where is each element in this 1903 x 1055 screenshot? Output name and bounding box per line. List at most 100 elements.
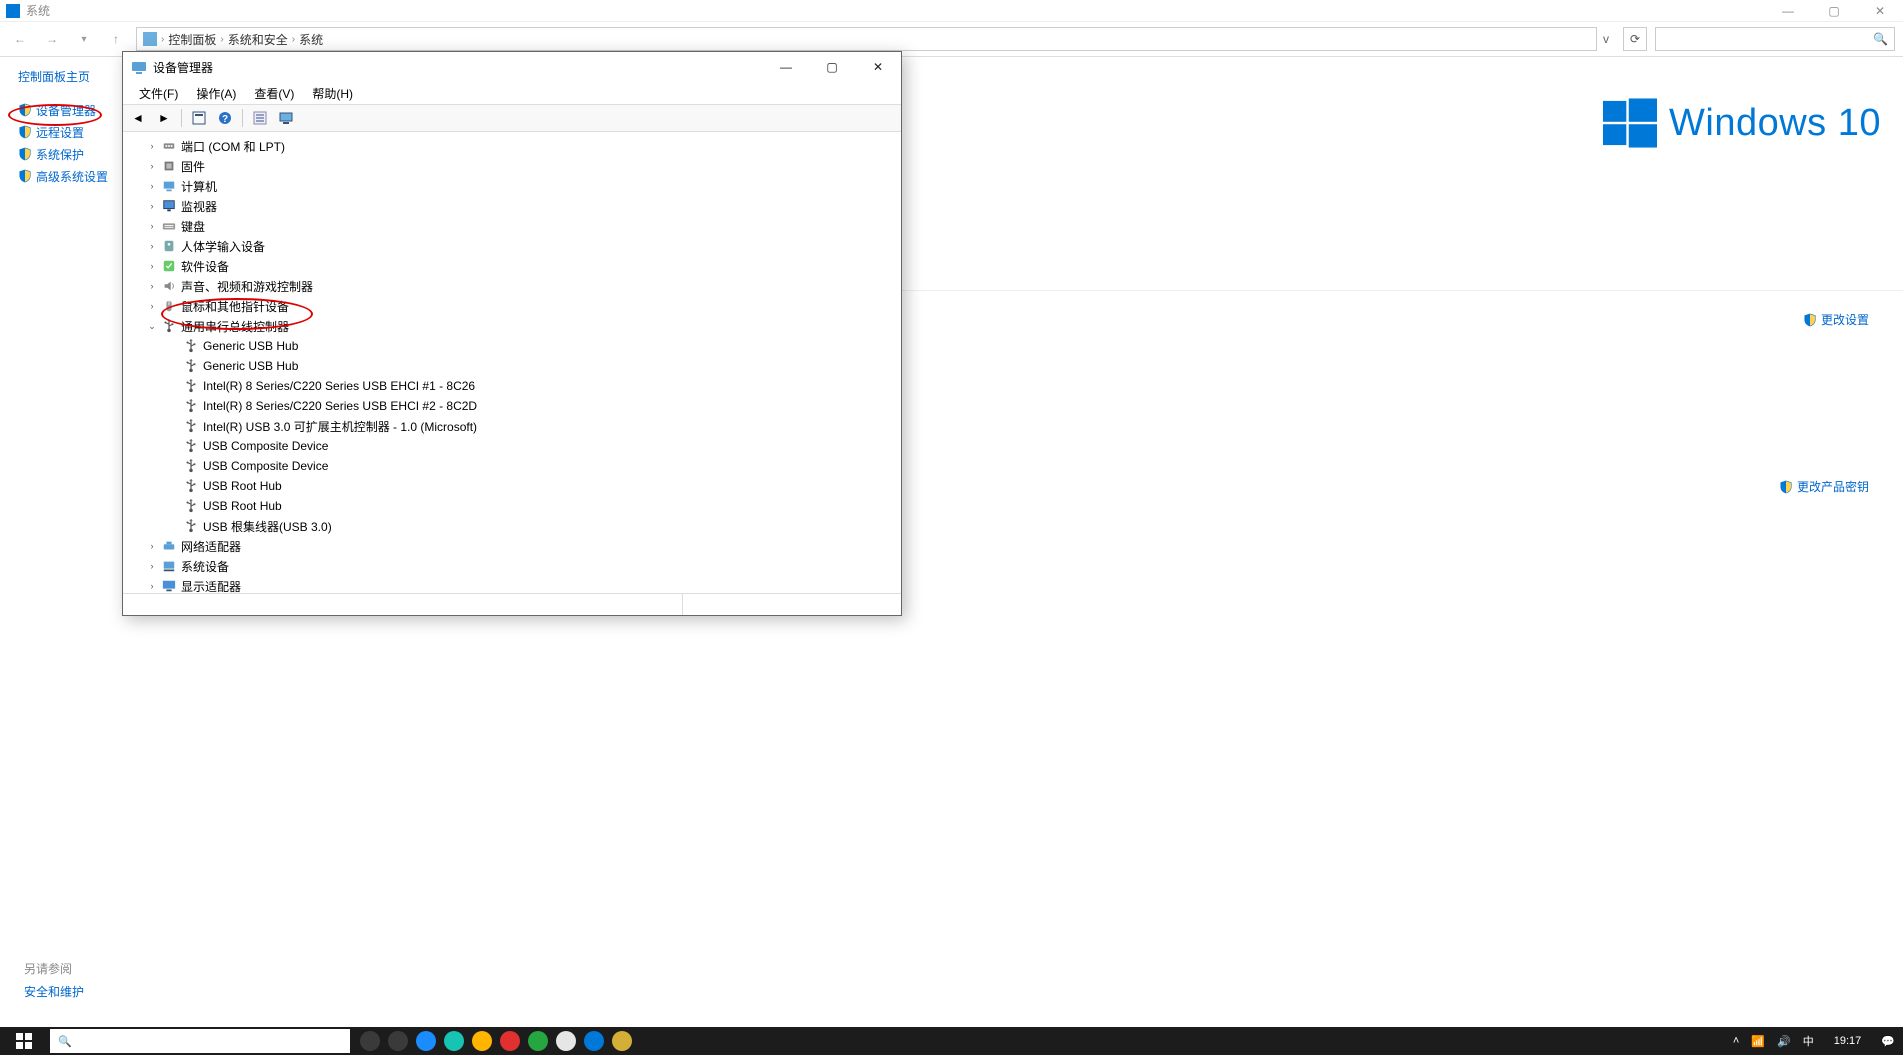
minimize-button[interactable]: — [1765, 0, 1811, 22]
expand-icon[interactable]: › [147, 301, 157, 311]
breadcrumb-item[interactable]: 系统 [299, 31, 323, 48]
device-tree-item[interactable]: ⌄通用串行总线控制器 [143, 316, 901, 336]
device-tree-item[interactable]: USB Composite Device [165, 436, 901, 456]
breadcrumb-item[interactable]: 控制面板 [168, 31, 216, 48]
maximize-button[interactable]: ▢ [1811, 0, 1857, 22]
device-tree-item[interactable]: ›键盘 [143, 216, 901, 236]
close-button[interactable]: ✕ [1857, 0, 1903, 22]
chevron-right-icon: › [220, 34, 223, 45]
search-input[interactable]: 🔍 [1655, 27, 1895, 51]
collapse-icon[interactable]: ⌄ [147, 321, 157, 332]
breadcrumb[interactable]: › 控制面板 › 系统和安全 › 系统 [136, 27, 1597, 51]
expand-icon[interactable]: › [147, 181, 157, 191]
mouse-icon [161, 298, 177, 314]
device-tree-item[interactable]: ›网络适配器 [143, 536, 901, 556]
device-tree-item[interactable]: › 固件 [143, 156, 901, 176]
tray-notifications-icon[interactable]: 💬 [1881, 1035, 1895, 1048]
device-tree-item[interactable]: ›声音、视频和游戏控制器 [143, 276, 901, 296]
device-tree-item[interactable]: Intel(R) USB 3.0 可扩展主机控制器 - 1.0 (Microso… [165, 416, 901, 436]
hid-icon [161, 238, 177, 254]
usb-icon [183, 478, 199, 494]
device-tree-label: 显示适配器 [181, 578, 241, 594]
start-button[interactable] [0, 1027, 48, 1055]
toolbar-help-button[interactable]: ? [214, 107, 236, 129]
taskbar-app-icon[interactable] [500, 1031, 520, 1051]
toolbar-scan-button[interactable] [275, 107, 297, 129]
taskbar-app-icon[interactable] [416, 1031, 436, 1051]
device-tree-item[interactable]: USB Root Hub [165, 496, 901, 516]
software-icon [161, 258, 177, 274]
tray-volume-icon[interactable]: 🔊 [1777, 1035, 1791, 1048]
expand-icon[interactable]: › [147, 141, 157, 151]
nav-up-button[interactable]: ↑ [104, 27, 128, 51]
device-tree-item[interactable]: ›鼠标和其他指针设备 [143, 296, 901, 316]
expand-icon[interactable]: › [147, 261, 157, 271]
devmgr-titlebar[interactable]: 设备管理器 — ▢ ✕ [123, 52, 901, 82]
device-tree-item[interactable]: › 显示适配器 [143, 576, 901, 593]
menu-help[interactable]: 帮助(H) [304, 83, 361, 104]
menu-action[interactable]: 操作(A) [188, 83, 244, 104]
taskbar-app-icon[interactable] [388, 1031, 408, 1051]
devmgr-close-button[interactable]: ✕ [855, 52, 901, 82]
taskbar-app-icon[interactable] [472, 1031, 492, 1051]
address-dropdown-button[interactable]: v [1597, 32, 1615, 46]
nav-forward-button[interactable]: → [40, 27, 64, 51]
device-tree-item[interactable]: Generic USB Hub [165, 336, 901, 356]
device-tree-item[interactable]: ›监视器 [143, 196, 901, 216]
device-tree-item[interactable]: ›端口 (COM 和 LPT) [143, 136, 901, 156]
device-tree-item[interactable]: ›计算机 [143, 176, 901, 196]
device-tree-item[interactable]: ›软件设备 [143, 256, 901, 276]
tray-network-icon[interactable]: 📶 [1751, 1035, 1765, 1048]
expand-icon[interactable]: › [147, 221, 157, 231]
device-tree-item[interactable]: USB Composite Device [165, 456, 901, 476]
devmgr-minimize-button[interactable]: — [763, 52, 809, 82]
device-tree[interactable]: ›端口 (COM 和 LPT)›固件›计算机›监视器›键盘›人体学输入设备›软件… [123, 132, 901, 593]
see-also-link[interactable]: 安全和维护 [24, 985, 84, 999]
taskbar-app-icon[interactable] [556, 1031, 576, 1051]
nav-recent-button[interactable]: ▾ [72, 27, 96, 51]
expand-icon[interactable]: › [147, 561, 157, 571]
refresh-button[interactable]: ⟳ [1623, 27, 1647, 51]
expand-icon[interactable]: › [147, 281, 157, 291]
expand-icon[interactable]: › [147, 241, 157, 251]
device-tree-item[interactable]: USB 根集线器(USB 3.0) [165, 516, 901, 536]
tray-chevron-icon[interactable]: ˄ [1733, 1035, 1739, 1047]
device-tree-item[interactable]: ›人体学输入设备 [143, 236, 901, 256]
toolbar-properties-button[interactable] [249, 107, 271, 129]
device-tree-item[interactable]: USB Root Hub [165, 476, 901, 496]
menu-file[interactable]: 文件(F) [131, 83, 186, 104]
devmgr-maximize-button[interactable]: ▢ [809, 52, 855, 82]
change-settings-link[interactable]: 更改设置 [1803, 311, 1869, 328]
device-tree-item[interactable]: › 系统设备 [143, 556, 901, 576]
taskbar-app-icon[interactable] [444, 1031, 464, 1051]
device-tree-label: Generic USB Hub [203, 359, 298, 373]
taskbar-search-input[interactable]: 🔍 [50, 1029, 350, 1053]
taskbar-app-icon[interactable] [528, 1031, 548, 1051]
device-tree-label: 系统设备 [181, 558, 229, 575]
nav-back-button[interactable]: ← [8, 27, 32, 51]
taskbar-app-icon[interactable] [360, 1031, 380, 1051]
device-tree-label: 固件 [181, 158, 205, 175]
device-tree-item[interactable]: Generic USB Hub [165, 356, 901, 376]
taskbar-app-icon[interactable] [584, 1031, 604, 1051]
device-tree-item[interactable]: Intel(R) 8 Series/C220 Series USB EHCI #… [165, 396, 901, 416]
toolbar-forward-button[interactable]: ► [153, 107, 175, 129]
tray-ime-icon[interactable]: 中 [1803, 1033, 1814, 1049]
taskbar-app-icon[interactable] [612, 1031, 632, 1051]
expand-icon[interactable]: › [147, 201, 157, 211]
device-tree-label: Intel(R) 8 Series/C220 Series USB EHCI #… [203, 399, 477, 413]
toolbar-show-hidden-button[interactable] [188, 107, 210, 129]
device-tree-label: Intel(R) 8 Series/C220 Series USB EHCI #… [203, 379, 475, 393]
change-product-key-link[interactable]: 更改产品密钥 [1779, 478, 1869, 495]
device-tree-item[interactable]: Intel(R) 8 Series/C220 Series USB EHCI #… [165, 376, 901, 396]
system-tray[interactable]: ˄ 📶 🔊 中 19:17 💬 [1725, 1033, 1903, 1049]
menu-view[interactable]: 查看(V) [246, 83, 302, 104]
expand-icon[interactable]: › [147, 161, 157, 171]
keyboard-icon [161, 218, 177, 234]
breadcrumb-item[interactable]: 系统和安全 [228, 31, 288, 48]
expand-icon[interactable]: › [147, 541, 157, 551]
tray-clock[interactable]: 19:17 [1834, 1035, 1862, 1047]
expand-icon[interactable]: › [147, 581, 157, 591]
computer-name-heading: 吾是徐先生 [760, 184, 1903, 224]
toolbar-back-button[interactable]: ◄ [127, 107, 149, 129]
